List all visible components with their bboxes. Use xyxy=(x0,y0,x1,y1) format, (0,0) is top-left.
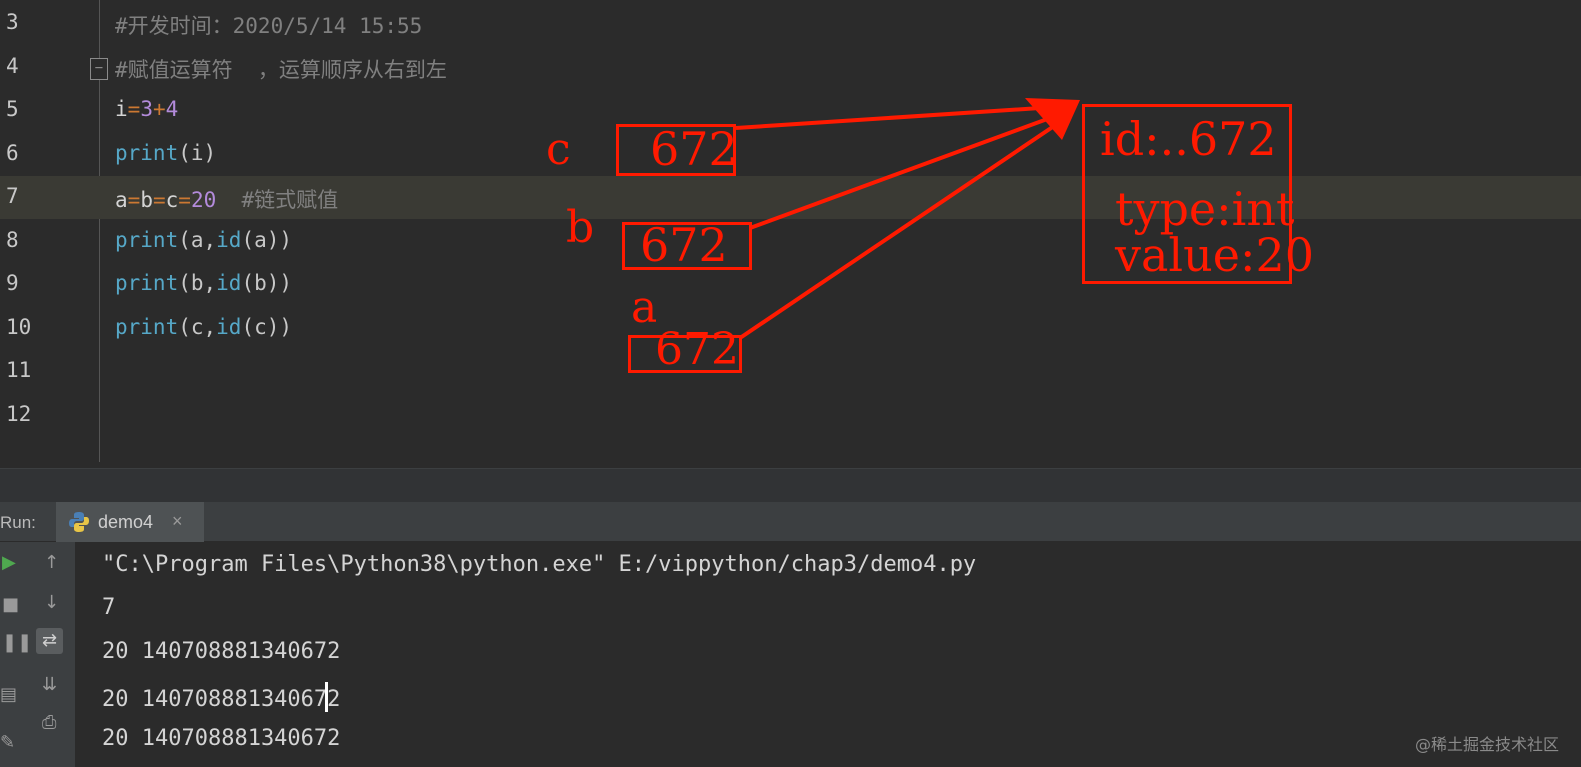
run-toolbar-primary: ▶ ■ ❚❚ ▤ ✎ xyxy=(0,542,32,767)
line-number: 6 xyxy=(6,140,19,165)
code-text: print(a,id(a)) xyxy=(115,227,293,252)
code-text: i=3+4 xyxy=(115,97,179,121)
print-icon[interactable]: ⎙ xyxy=(42,714,56,732)
console-line: 20 140708881340672 xyxy=(102,726,341,751)
close-icon[interactable]: × xyxy=(172,511,183,532)
code-text: print(b,id(b)) xyxy=(115,271,293,295)
console-line-with-caret: 20 140708881340672 xyxy=(102,682,340,712)
python-icon xyxy=(69,512,89,532)
line-number: 10 xyxy=(6,314,32,339)
run-tab-label: demo4 xyxy=(98,512,154,532)
code-text: #赋值运算符 ，运算顺序从右到左 xyxy=(115,57,447,82)
up-arrow-icon[interactable]: ↑ xyxy=(44,554,59,572)
editor-panel-divider[interactable] xyxy=(0,468,1581,502)
console-line: 7 xyxy=(102,595,116,620)
pin-icon[interactable]: ✎ xyxy=(0,734,15,752)
layout-icon[interactable]: ▤ xyxy=(0,686,17,704)
code-text: print(i) xyxy=(115,140,217,165)
run-console-output[interactable]: "C:\Program Files\Python38\python.exe" E… xyxy=(76,542,1581,767)
line-number: 11 xyxy=(6,358,32,382)
line-number: 4 xyxy=(6,53,19,78)
watermark: @稀土掘金技术社区 xyxy=(1414,735,1559,754)
line-number: 7 xyxy=(6,184,19,208)
soft-wrap-icon[interactable]: ⇄ xyxy=(36,628,64,654)
code-line[interactable]: 11 xyxy=(0,350,1581,393)
code-line[interactable]: 3 #开发时间：2020/5/14 15:55 xyxy=(0,2,1581,45)
code-line[interactable]: 7 a=b=c=20 #链式赋值 xyxy=(0,176,1581,219)
play-icon[interactable]: ▶ xyxy=(2,554,16,572)
run-tool-window-header: Run: demo4 × xyxy=(0,502,1581,542)
line-number: 3 xyxy=(6,10,19,34)
run-toolbar-secondary: ↑ ↓ ⇄ ⇊ ⎙ xyxy=(28,542,76,767)
text-caret xyxy=(325,682,329,712)
code-text: #开发时间：2020/5/14 15:55 xyxy=(115,14,423,38)
scroll-to-end-icon[interactable]: ⇊ xyxy=(42,676,57,694)
code-text: print(c,id(c)) xyxy=(115,314,293,339)
run-tab-demo4[interactable]: demo4 × xyxy=(56,502,204,542)
down-arrow-icon[interactable]: ↓ xyxy=(44,594,59,612)
code-line[interactable]: 12 xyxy=(0,394,1581,437)
code-line[interactable]: 4 − #赋值运算符 ，运算顺序从右到左 xyxy=(0,46,1581,89)
line-number: 12 xyxy=(6,401,32,426)
console-line: "C:\Program Files\Python38\python.exe" E… xyxy=(102,552,977,577)
code-line[interactable]: 8 print(a,id(a)) xyxy=(0,220,1581,263)
code-editor[interactable]: 3 #开发时间：2020/5/14 15:55 4 − #赋值运算符 ，运算顺序从右到左… xyxy=(0,0,1581,468)
fold-marker-icon[interactable]: − xyxy=(90,57,108,80)
line-number: 5 xyxy=(6,97,19,121)
code-line[interactable]: 9 print(b,id(b)) xyxy=(0,263,1581,306)
run-label: Run: xyxy=(0,513,36,532)
line-number: 9 xyxy=(6,271,19,295)
code-line[interactable]: 10 print(c,id(c)) xyxy=(0,307,1581,350)
code-text: a=b=c=20 #链式赋值 xyxy=(115,188,339,212)
stop-icon[interactable]: ■ xyxy=(2,596,19,614)
console-line: 20 140708881340672 xyxy=(102,639,341,664)
code-line[interactable]: 5 i=3+4 xyxy=(0,89,1581,132)
code-line[interactable]: 6 print(i) xyxy=(0,133,1581,176)
line-number: 8 xyxy=(6,227,19,252)
